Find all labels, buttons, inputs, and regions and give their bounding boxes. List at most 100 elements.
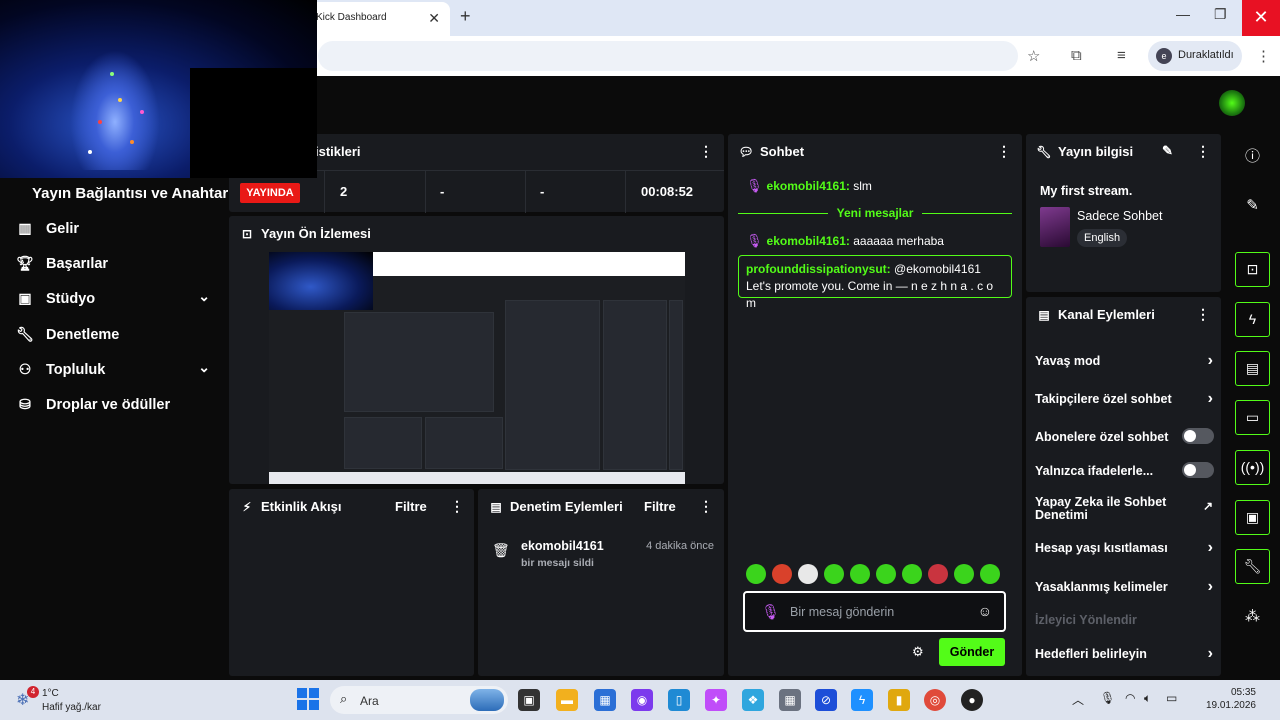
task-view-icon[interactable]: ▣	[518, 689, 540, 711]
send-button[interactable]: Gönder	[939, 638, 1005, 666]
calculator-icon[interactable]: ▦	[779, 689, 801, 711]
chat-input[interactable]: 🎙︎ Bir mesaj gönderin ☺	[743, 591, 1006, 632]
kebab-menu-icon[interactable]: ⋮	[1196, 143, 1210, 160]
wifi-icon[interactable]: ◠	[1125, 691, 1135, 705]
goals-item[interactable]: Hedefleri belirleyin ›	[1035, 645, 1213, 662]
user-avatar[interactable]	[1219, 90, 1245, 116]
emote-only-item: Yalnızca ifadelerle...	[1035, 462, 1214, 478]
sidebar-item-studio[interactable]: ▣ Stüdyo ⌄	[16, 288, 216, 312]
chat-username[interactable]: ekomobil4161	[767, 234, 846, 248]
chat-text: aaaaaa merhaba	[853, 234, 944, 248]
microphone-icon[interactable]: 🎙︎	[761, 603, 780, 621]
emote-icon[interactable]	[876, 564, 896, 584]
sidebar-item-label: Başarılar	[46, 256, 109, 272]
browser-menu-icon[interactable]: ⋮	[1256, 47, 1271, 65]
category-name[interactable]: Sadece Sohbet	[1077, 209, 1163, 223]
sidebar-item-revenue[interactable]: ▥ Gelir	[16, 218, 216, 242]
emote-icon[interactable]	[850, 564, 870, 584]
kebab-menu-icon[interactable]: ⋮	[699, 498, 713, 515]
gear-icon[interactable]: ⚙	[912, 644, 924, 660]
trophy-icon: 🏆︎	[16, 255, 34, 271]
bookmark-star-icon[interactable]: ☆	[1027, 47, 1040, 65]
chevron-up-icon[interactable]: ︿	[1072, 691, 1084, 708]
app-icon[interactable]: ϟ	[851, 689, 873, 711]
store-icon[interactable]: ▦	[594, 689, 616, 711]
sidebar-item-achievements[interactable]: 🏆︎ Başarılar	[16, 253, 216, 277]
emote-icon[interactable]	[824, 564, 844, 584]
window-close-icon[interactable]: ✕	[1242, 0, 1280, 36]
search-highlight-image	[470, 689, 504, 711]
chrome-icon[interactable]: ◎	[924, 689, 946, 711]
emote-icon[interactable]	[928, 564, 948, 584]
emote-only-toggle[interactable]	[1182, 462, 1214, 478]
emote-icon[interactable]	[772, 564, 792, 584]
battery-icon[interactable]: ▭	[1166, 691, 1177, 705]
close-tab-icon[interactable]: ✕	[428, 10, 440, 27]
wrench-icon[interactable]: 🔧︎	[1235, 549, 1270, 584]
chevron-down-icon[interactable]: ⌄	[198, 288, 210, 305]
chevron-right-icon: ›	[1207, 539, 1213, 556]
weather-widget[interactable]: ❄ 4 1°C Hafif yağ./kar	[14, 686, 134, 716]
info-icon[interactable]: ⓘ	[1235, 139, 1270, 174]
app-icon[interactable]: ▯	[668, 689, 690, 711]
ai-moderation-item[interactable]: Yapay Zeka ile Sohbet Denetimi ↗	[1035, 496, 1213, 522]
emote-icon[interactable]	[954, 564, 974, 584]
subscribers-only-toggle[interactable]	[1182, 428, 1214, 444]
share-icon[interactable]: ⁂	[1235, 599, 1270, 634]
copilot-icon[interactable]: ✦	[705, 689, 727, 711]
mod-action-user[interactable]: ekomobil4161	[521, 539, 604, 553]
kebab-menu-icon[interactable]: ⋮	[997, 143, 1011, 160]
emote-bar	[746, 564, 1006, 586]
account-age-item[interactable]: Hesap yaşı kısıtlaması ›	[1035, 539, 1213, 556]
browser-tab[interactable]: Kick Dashboard ✕	[300, 2, 450, 36]
minimize-icon[interactable]: —	[1176, 6, 1190, 22]
sidebar-item-community[interactable]: ⚇ Topluluk ⌄	[16, 359, 216, 383]
kebab-menu-icon[interactable]: ⋮	[1196, 306, 1210, 323]
kebab-menu-icon[interactable]: ⋮	[450, 498, 464, 515]
chat-username[interactable]: profounddissipationysut	[746, 262, 887, 276]
pencil-icon[interactable]: ✎	[1235, 188, 1270, 223]
chat-bubble-icon[interactable]: ▭	[1235, 400, 1270, 435]
address-bar[interactable]	[318, 41, 1018, 71]
chat-username[interactable]: ekomobil4161	[767, 179, 846, 193]
emote-icon[interactable]	[798, 564, 818, 584]
emote-icon[interactable]	[746, 564, 766, 584]
windows-start-icon[interactable]	[297, 688, 319, 710]
pencil-icon[interactable]: ✎	[1162, 143, 1173, 159]
file-explorer-icon[interactable]: ▬	[556, 689, 578, 711]
system-clock[interactable]: 05:35 19.01.2026	[1196, 686, 1256, 712]
volume-icon[interactable]: 🔈︎	[1144, 691, 1151, 706]
new-tab-icon[interactable]: +	[460, 6, 471, 27]
kebab-menu-icon[interactable]: ⋮	[699, 143, 713, 160]
app-icon[interactable]: ❖	[742, 689, 764, 711]
document-icon[interactable]: ▤	[1235, 351, 1270, 386]
followers-only-item[interactable]: Takipçilere özel sohbet ›	[1035, 390, 1213, 407]
external-link-icon: ↗	[1202, 499, 1213, 513]
app-icon[interactable]: ▮	[888, 689, 910, 711]
channel-icon[interactable]: ▣	[1235, 500, 1270, 535]
broadcast-icon[interactable]: ((•))	[1235, 450, 1270, 485]
emote-icon[interactable]	[980, 564, 1000, 584]
lightning-icon[interactable]: ϟ	[1235, 302, 1270, 337]
emoji-icon[interactable]: ☺	[978, 603, 992, 619]
slow-mode-item[interactable]: Yavaş mod ›	[1035, 352, 1213, 369]
obs-icon[interactable]: ●	[961, 689, 983, 711]
sidebar-item-moderation[interactable]: 🔧︎ Denetleme	[16, 324, 216, 348]
extensions-icon[interactable]: ⧉	[1071, 47, 1082, 64]
chevron-down-icon[interactable]: ⌄	[198, 359, 210, 376]
maximize-icon[interactable]: ❐	[1214, 6, 1227, 23]
sidebar-item-stream-key[interactable]: Yayın Bağlantısı ve Anahtarı	[32, 185, 232, 202]
app-icon[interactable]: ⊘	[815, 689, 837, 711]
taskbar-search[interactable]: ⌕ Ara	[330, 686, 508, 714]
app-icon[interactable]: ◉	[631, 689, 653, 711]
filter-button[interactable]: Filtre	[644, 499, 676, 514]
microphone-icon[interactable]: 🎙︎	[1100, 691, 1115, 705]
profile-button[interactable]: e Duraklatıldı	[1148, 41, 1242, 71]
media-control-icon[interactable]: ≡	[1117, 47, 1126, 64]
sidebar-item-drops[interactable]: ⛁ Droplar ve ödüller	[16, 394, 216, 418]
preview-widget-icon[interactable]: ⊡	[1235, 252, 1270, 287]
filter-button[interactable]: Filtre	[395, 499, 427, 514]
chevron-right-icon: ›	[1207, 645, 1213, 662]
emote-icon[interactable]	[902, 564, 922, 584]
banned-words-item[interactable]: Yasaklanmış kelimeler ›	[1035, 578, 1213, 595]
